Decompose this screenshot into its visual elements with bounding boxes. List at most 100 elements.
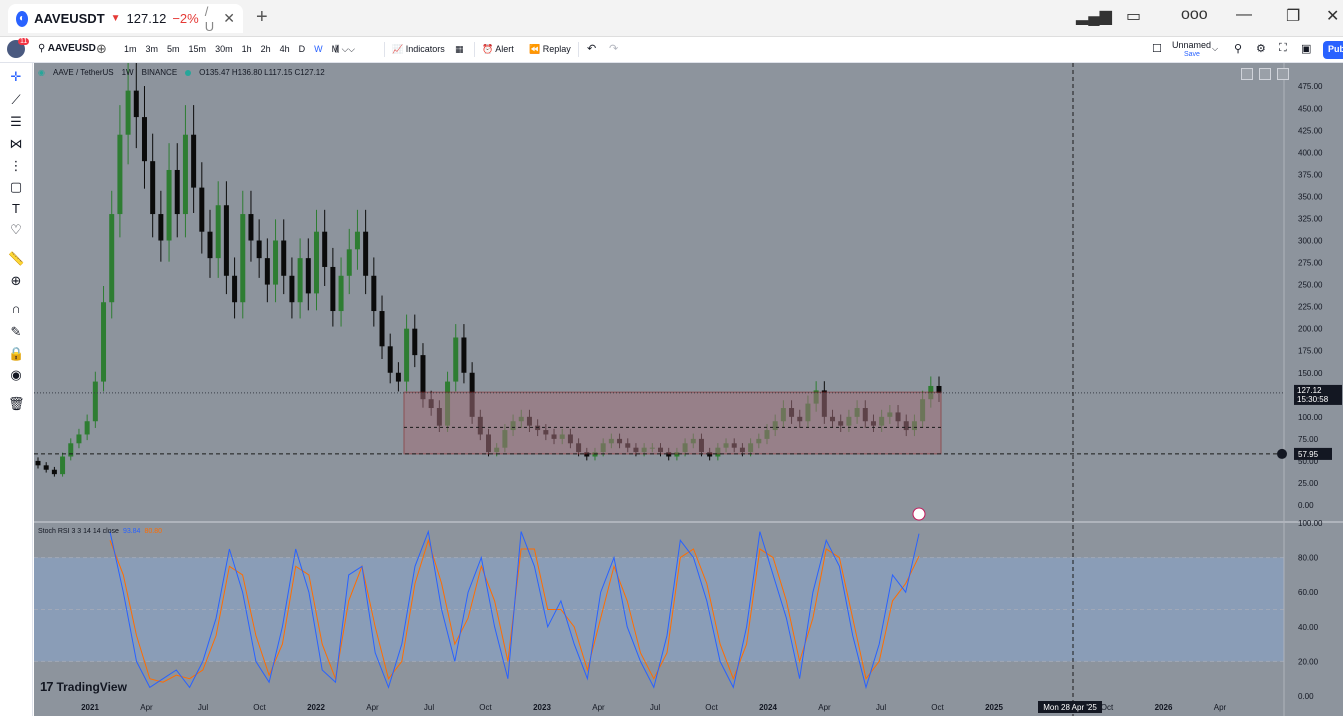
forecast-icon[interactable]: ⋮ xyxy=(8,158,24,174)
stoch-name: Stoch RSI 3 3 14 14 close xyxy=(38,528,119,535)
stoch-k-value: 93.84 xyxy=(122,528,141,535)
price-tick-label: 25.00 xyxy=(1298,479,1319,488)
publish-button[interactable]: Pub xyxy=(1323,41,1343,59)
time-tick-label: 2026 xyxy=(1155,703,1173,712)
pane-collapse-icon[interactable] xyxy=(1241,68,1253,80)
candle-body xyxy=(297,258,303,303)
interval-chevron-down-icon[interactable]: ⌵ xyxy=(348,44,355,55)
minimize-icon[interactable]: — xyxy=(1236,6,1252,24)
interval-15m[interactable]: 15m xyxy=(189,44,207,55)
legend-symbol-icon: ◉ xyxy=(38,68,45,77)
lock-icon[interactable]: 🔒 xyxy=(8,346,24,362)
time-tick-label: 2023 xyxy=(533,703,551,712)
tab-price: 127.12 xyxy=(126,11,167,26)
pane-maximize-icon[interactable] xyxy=(1259,68,1271,80)
stoch-tick-label: 80.00 xyxy=(1298,554,1319,563)
symbol-search-button[interactable]: ⚲ AAVEUSD xyxy=(38,43,96,54)
time-tick-label: Oct xyxy=(931,703,944,712)
replay-label: Replay xyxy=(542,44,571,54)
interval-list: 1m 3m 5m 15m 30m 1h 2h 4h D W M ⌵ xyxy=(124,44,355,55)
candle-body xyxy=(404,328,410,382)
candle-body xyxy=(248,214,254,241)
price-tick-label: 0.00 xyxy=(1298,501,1314,510)
layout-icon[interactable]: ☐ xyxy=(1152,42,1162,55)
candle-body xyxy=(412,328,418,356)
time-tick-label: Apr xyxy=(366,703,379,712)
interval-1h[interactable]: 1h xyxy=(242,44,252,55)
compare-symbol-button[interactable]: ⊕ xyxy=(96,41,107,57)
candle-body xyxy=(354,231,360,250)
candle-body xyxy=(101,302,107,382)
ruler-icon[interactable]: 📏 xyxy=(8,251,24,267)
interval-5m[interactable]: 5m xyxy=(167,44,180,55)
chart-pane[interactable]: 475.00 450.00 425.00 400.00 375.00 350.00 325.… xyxy=(34,63,1343,716)
new-tab-button[interactable]: + xyxy=(256,6,268,29)
undo-icon[interactable]: ↶ xyxy=(587,42,596,55)
candle-body xyxy=(109,214,115,303)
chevron-down-icon[interactable]: ⌵ xyxy=(1212,44,1218,54)
interval-1m[interactable]: 1m xyxy=(124,44,137,55)
price-tick-label: 375.00 xyxy=(1298,170,1323,179)
chart-type-button[interactable]: ⫼ ⌵ xyxy=(335,44,348,55)
candle-body xyxy=(461,337,467,373)
time-tick-label: Oct xyxy=(479,703,492,712)
legend-low: L117.15 xyxy=(264,68,293,77)
stoch-d-value: 80.80 xyxy=(144,528,162,535)
support-zone xyxy=(403,391,942,455)
time-tick-label: 2022 xyxy=(307,703,325,712)
crosshair-icon[interactable]: ✛ xyxy=(8,69,24,85)
candle-body xyxy=(199,187,205,232)
legend-high: H136.80 xyxy=(231,68,263,77)
layout-name-button[interactable]: Unnamed Save xyxy=(1172,41,1211,59)
price-tick-label: 250.00 xyxy=(1298,281,1323,290)
market-status-icon xyxy=(185,69,192,76)
tab-close-icon[interactable]: ✕ xyxy=(223,10,235,27)
magnet-icon[interactable]: ∩ xyxy=(8,301,24,317)
maximize-icon[interactable]: ❐ xyxy=(1286,6,1300,26)
indicators-button[interactable]: 📈 Indicators xyxy=(392,44,445,55)
candle-body xyxy=(240,214,246,303)
camera-icon[interactable]: ▣ xyxy=(1301,42,1311,55)
templates-icon[interactable]: ▦ xyxy=(455,44,464,55)
down-arrow-icon: ▼ xyxy=(110,13,121,24)
profile-icon[interactable]: ▂▄▆ xyxy=(1076,6,1112,26)
more-icon[interactable]: ooo xyxy=(1181,6,1208,24)
alert-button[interactable]: ⏰ Alert xyxy=(482,44,514,55)
pattern-icon[interactable]: ⋈ xyxy=(8,136,24,152)
candle-body xyxy=(281,240,287,276)
replay-button[interactable]: ⏪ Replay xyxy=(529,44,571,55)
window-close-icon[interactable]: ✕ xyxy=(1326,6,1339,26)
candle-body xyxy=(363,231,369,276)
quick-search-icon[interactable]: ⚲ xyxy=(1234,42,1242,55)
interval-2h[interactable]: 2h xyxy=(261,44,271,55)
eye-icon[interactable]: ◉ xyxy=(8,367,24,383)
tab-rest: / U xyxy=(204,3,215,34)
redo-icon[interactable]: ↷ xyxy=(609,42,618,55)
shapes-icon[interactable]: ▢ xyxy=(8,179,24,195)
price-tick-label: 475.00 xyxy=(1298,82,1323,91)
watermark-text: TradingView xyxy=(56,679,127,694)
browser-tab[interactable]: ◐ AAVEUSDT ▼ 127.12 −2% / U ✕ xyxy=(8,3,243,34)
interval-d[interactable]: D xyxy=(299,44,306,55)
zoom-in-icon[interactable]: ⊕ xyxy=(8,273,24,289)
interval-4h[interactable]: 4h xyxy=(280,44,290,55)
interval-w[interactable]: W xyxy=(314,44,323,55)
candle-body xyxy=(166,169,172,241)
screen-share-icon[interactable]: ▭ xyxy=(1126,6,1141,26)
favorites-icon[interactable]: ♡ xyxy=(8,222,24,238)
candle-body xyxy=(371,275,377,312)
settings-icon[interactable]: ⚙ xyxy=(1256,42,1266,55)
pane-close-icon[interactable] xyxy=(1277,68,1289,80)
fullscreen-icon[interactable]: ⛶ xyxy=(1279,42,1287,55)
fib-retracement-icon[interactable]: ☰ xyxy=(8,114,24,130)
time-tick-label: Apr xyxy=(140,703,153,712)
text-icon[interactable]: T xyxy=(8,201,24,217)
interval-3m[interactable]: 3m xyxy=(146,44,159,55)
candle-body xyxy=(158,214,164,241)
trend-line-icon[interactable]: ⟋ xyxy=(8,92,24,108)
candle-body xyxy=(92,381,98,422)
candle-body xyxy=(223,205,229,276)
lock-drawing-icon[interactable]: ✎ xyxy=(8,324,24,340)
trash-icon[interactable]: 🗑 xyxy=(8,396,25,412)
interval-30m[interactable]: 30m xyxy=(215,44,233,55)
